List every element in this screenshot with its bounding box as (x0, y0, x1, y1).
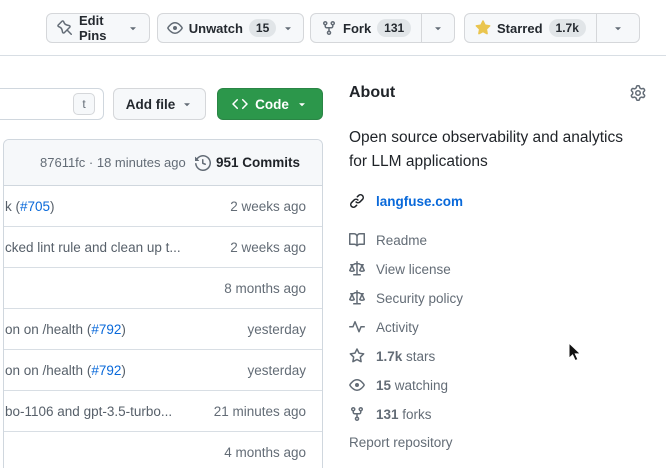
unwatch-button[interactable]: Unwatch 15 (157, 13, 304, 43)
commit-date[interactable]: yesterday (247, 322, 306, 337)
history-icon (195, 155, 211, 171)
report-repository-link[interactable]: Report repository (349, 435, 453, 450)
file-row[interactable]: k (#705) 2 weeks ago (4, 186, 322, 227)
fork-icon (349, 406, 365, 422)
unwatch-label: Unwatch (189, 21, 243, 36)
star-dropdown-button[interactable] (596, 14, 639, 42)
commit-message-text: on on /health ( (5, 363, 91, 378)
watchers-count-badge: 15 (249, 19, 276, 37)
law-icon (349, 261, 365, 277)
file-row[interactable]: 4 months ago (4, 432, 322, 468)
file-list-table: 87611fc · 18 minutes ago 951 Commits k (… (3, 139, 323, 468)
starred-button[interactable]: Starred 1.7k (465, 14, 596, 42)
star-button-group: Starred 1.7k (464, 13, 640, 43)
commit-message[interactable]: on on /health (#792) (5, 322, 126, 337)
activity-link[interactable]: Activity (349, 319, 646, 335)
commit-date[interactable]: 2 weeks ago (230, 240, 306, 255)
file-row[interactable]: on on /health (#792) yesterday (4, 309, 322, 350)
commit-message-text: ) (50, 199, 55, 214)
star-icon (349, 348, 365, 364)
star-count-badge: 1.7k (549, 19, 586, 37)
file-row[interactable]: bo-1106 and gpt-3.5-turbo... 21 minutes … (4, 391, 322, 432)
commit-message-text: bo-1106 and gpt-3.5-turbo... (5, 404, 172, 419)
fork-count-badge: 131 (377, 19, 411, 37)
commit-message-text: cked lint rule and clean up t... (5, 240, 181, 255)
go-to-file-input[interactable]: t (0, 88, 104, 120)
commit-message[interactable]: bo-1106 and gpt-3.5-turbo... (5, 404, 172, 419)
code-label: Code (255, 97, 289, 112)
commit-message-text: on on /health ( (5, 322, 91, 337)
eye-icon (167, 20, 183, 36)
website-link[interactable]: langfuse.com (376, 194, 463, 209)
pulse-icon (349, 319, 365, 335)
repo-action-bar: Edit Pins Unwatch 15 Fork 131 Starred 1. (0, 0, 666, 56)
forks-link[interactable]: 131 forks (349, 406, 646, 422)
add-file-label: Add file (126, 97, 176, 112)
commit-message-text: k ( (5, 199, 20, 214)
commits-count: 951 (216, 155, 239, 170)
link-icon (349, 193, 365, 209)
latest-commit-meta[interactable]: 87611fc · 18 minutes ago (40, 155, 186, 170)
commit-message-text: ) (121, 322, 126, 337)
starred-label: Starred (497, 21, 543, 36)
view-license-link[interactable]: View license (349, 261, 646, 277)
chevron-down-icon (296, 98, 308, 110)
eye-icon (349, 377, 365, 393)
book-icon (349, 232, 365, 248)
stars-link[interactable]: 1.7k stars (349, 348, 646, 364)
add-file-button[interactable]: Add file (113, 88, 206, 120)
code-icon (232, 96, 248, 112)
file-row[interactable]: cked lint rule and clean up t... 2 weeks… (4, 227, 322, 268)
fork-button[interactable]: Fork 131 (311, 14, 421, 42)
pin-icon (57, 20, 73, 36)
about-title: About (349, 84, 395, 102)
file-row[interactable]: 8 months ago (4, 268, 322, 309)
fork-label: Fork (343, 21, 371, 36)
readme-link[interactable]: Readme (349, 232, 646, 248)
fork-icon (321, 20, 337, 36)
commit-message[interactable]: on on /health (#792) (5, 363, 126, 378)
commits-label: Commits (242, 155, 300, 170)
security-policy-link[interactable]: Security policy (349, 290, 646, 306)
commit-message[interactable]: k (#705) (5, 199, 55, 214)
chevron-down-icon (432, 22, 444, 34)
github-repo-page: Edit Pins Unwatch 15 Fork 131 Starred 1. (0, 0, 666, 468)
chevron-down-icon (612, 22, 624, 34)
commit-message[interactable]: cked lint rule and clean up t... (5, 240, 181, 255)
about-links-list: Readme View license Security policy Acti… (349, 232, 646, 435)
keyboard-shortcut-badge: t (73, 93, 95, 115)
commit-date[interactable]: 8 months ago (224, 281, 306, 296)
latest-commit-bar: 87611fc · 18 minutes ago 951 Commits (4, 140, 322, 186)
law-icon (349, 290, 365, 306)
commit-date[interactable]: 2 weeks ago (230, 199, 306, 214)
commit-history-link[interactable]: 951 Commits (195, 155, 300, 171)
issue-link[interactable]: #705 (20, 199, 50, 214)
issue-link[interactable]: #792 (91, 363, 121, 378)
chevron-down-icon (282, 22, 294, 34)
star-filled-icon (475, 20, 491, 36)
about-sidebar: About Open source observability and anal… (349, 84, 646, 468)
repo-description: Open source observability and analytics … (349, 126, 644, 174)
chevron-down-icon (181, 98, 193, 110)
watching-link[interactable]: 15 watching (349, 377, 646, 393)
issue-link[interactable]: #792 (91, 322, 121, 337)
fork-dropdown-button[interactable] (421, 14, 454, 42)
website-link-row[interactable]: langfuse.com (349, 193, 463, 209)
commit-date[interactable]: 4 months ago (224, 445, 306, 460)
fork-button-group: Fork 131 (310, 13, 455, 43)
commit-message-text: ) (121, 363, 126, 378)
edit-pins-label: Edit Pins (79, 13, 121, 43)
chevron-down-icon (127, 22, 139, 34)
file-row[interactable]: on on /health (#792) yesterday (4, 350, 322, 391)
gear-icon[interactable] (630, 85, 646, 101)
edit-pins-button[interactable]: Edit Pins (46, 13, 150, 43)
code-button[interactable]: Code (217, 88, 323, 120)
commit-date[interactable]: 21 minutes ago (214, 404, 306, 419)
commit-date[interactable]: yesterday (247, 363, 306, 378)
